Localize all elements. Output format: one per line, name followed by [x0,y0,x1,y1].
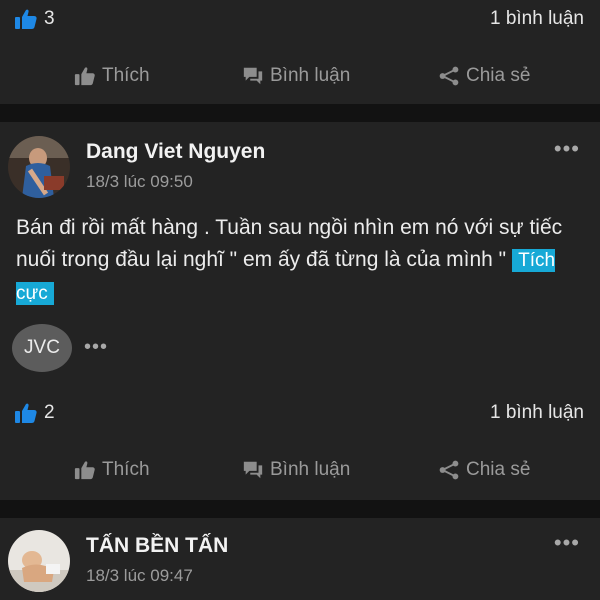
comment-button-label: Bình luận [270,65,351,86]
avatar[interactable] [8,530,70,592]
more-icon[interactable]: ••• [554,530,580,556]
comment-icon [243,67,263,85]
avatar-photo [8,136,70,198]
brand-badge[interactable]: JVC [12,324,72,372]
author-name[interactable]: TẤN BỀN TẤN [86,534,228,558]
post-footer-previous: 3 1 bình luận Thích Bình luận Chia sẻ [0,0,600,104]
thumbs-up-icon [15,403,37,423]
like-count: 2 [44,402,55,423]
share-button-label: Chia sẻ [466,65,531,86]
share-icon [439,66,459,86]
post-content: Bán đi rồi mất hàng . Tuần sau ngồi nhìn… [16,216,563,271]
thumbs-up-icon [74,461,95,480]
post-card: Dang Viet Nguyen 18/3 lúc 09:50 ••• [0,122,600,500]
like-button-label: Thích [102,459,150,480]
like-count: 3 [44,8,55,29]
news-feed: 3 1 bình luận Thích Bình luận Chia sẻ Da… [0,0,600,600]
like-button-label: Thích [102,65,150,86]
thumbs-up-icon [15,9,37,29]
comment-count[interactable]: 1 bình luận [490,402,584,424]
like-button[interactable]: Thích [74,450,150,490]
share-button[interactable]: Chia sẻ [438,450,530,490]
like-button[interactable]: Thích [74,56,150,96]
share-button[interactable]: Chia sẻ [438,56,530,96]
comment-button[interactable]: Bình luận [242,56,350,96]
reaction-summary[interactable]: 2 1 bình luận [0,398,600,428]
post-timestamp[interactable]: 18/3 lúc 09:47 [86,566,193,586]
action-bar: Thích Bình luận Chia sẻ [0,56,600,96]
post-separator [0,500,600,518]
post-timestamp[interactable]: 18/3 lúc 09:50 [86,172,193,192]
more-icon[interactable]: ••• [84,336,108,359]
post-text: Bán đi rồi mất hàng . Tuần sau ngồi nhìn… [16,212,592,310]
comment-button-label: Bình luận [270,459,351,480]
post-card: TẤN BỀN TẤN 18/3 lúc 09:47 ••• [0,518,600,600]
reaction-summary[interactable]: 3 1 bình luận [0,4,600,34]
comment-button[interactable]: Bình luận [242,450,350,490]
avatar-photo [8,530,70,592]
comment-icon [243,461,263,479]
comment-count[interactable]: 1 bình luận [490,8,584,30]
more-icon[interactable]: ••• [554,136,580,162]
share-icon [439,460,459,480]
author-name[interactable]: Dang Viet Nguyen [86,140,265,164]
action-bar: Thích Bình luận Chia sẻ [0,450,600,490]
avatar[interactable] [8,136,70,198]
post-separator [0,104,600,122]
share-button-label: Chia sẻ [466,459,531,480]
thumbs-up-icon [74,67,95,86]
